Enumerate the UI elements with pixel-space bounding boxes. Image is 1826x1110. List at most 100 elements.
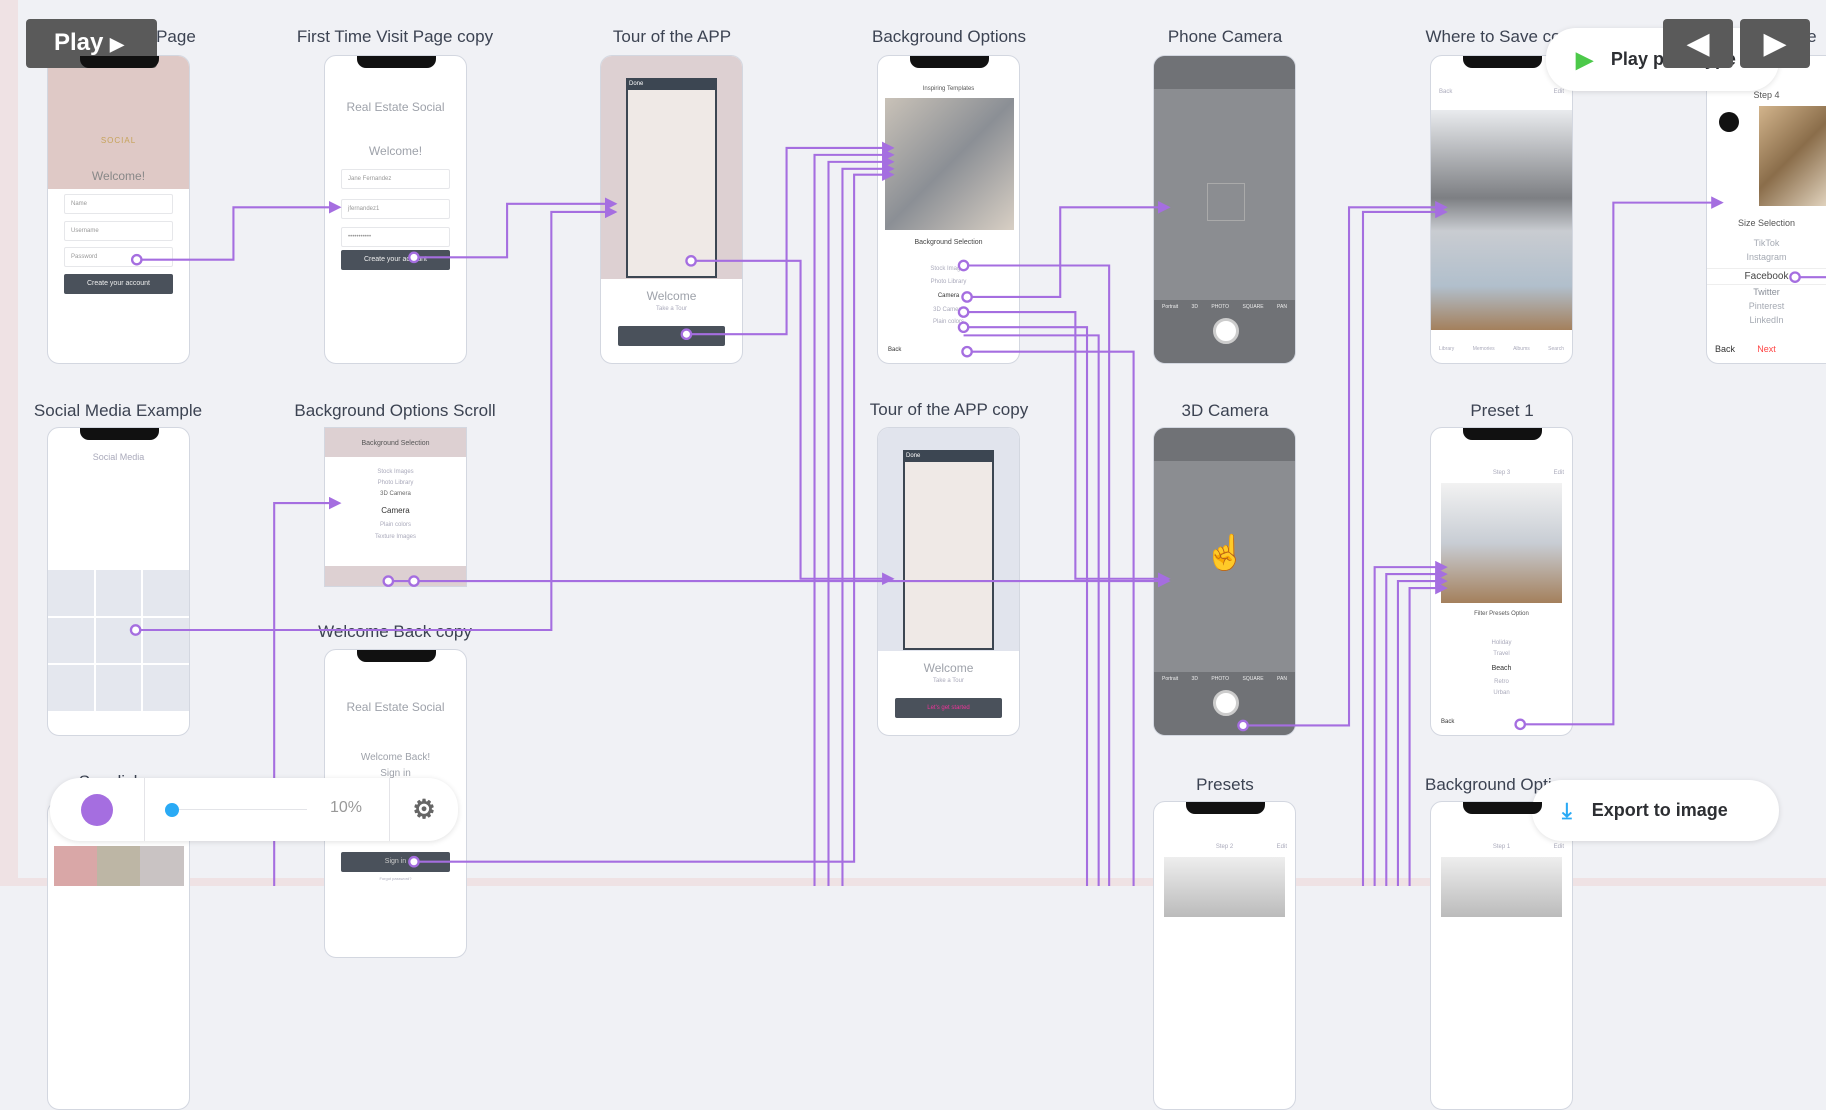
username-field[interactable]: jfernandez1: [341, 199, 450, 219]
mode[interactable]: PAN: [1277, 676, 1287, 682]
option[interactable]: Urban: [1431, 690, 1572, 696]
mode[interactable]: SQUARE: [1243, 676, 1264, 682]
forgot-link[interactable]: Forgot password?: [325, 876, 466, 881]
chevron-right-icon: ▶: [1763, 27, 1787, 60]
screen-preset-1[interactable]: Step 3 Edit Filter Presets Option Holida…: [1430, 427, 1573, 736]
option[interactable]: Facebook: [1707, 268, 1826, 285]
previous-button[interactable]: ◀: [1663, 19, 1733, 68]
option[interactable]: Twitter: [1707, 287, 1826, 297]
export-image-button[interactable]: ⤓ Export to image: [1532, 780, 1779, 841]
back-button[interactable]: Back: [888, 347, 1019, 353]
screen-social-media[interactable]: Social Media: [47, 427, 190, 736]
shutter-button[interactable]: [1213, 690, 1239, 716]
option[interactable]: Holiday: [1431, 640, 1572, 646]
option[interactable]: Texture Images: [325, 534, 466, 540]
create-account-button[interactable]: Create your account: [341, 250, 450, 270]
zoom-value: 10%: [330, 799, 363, 816]
shutter-button[interactable]: [1213, 318, 1239, 344]
mode[interactable]: Portrait: [1162, 676, 1178, 682]
create-account-button[interactable]: Create your account: [64, 274, 173, 294]
option[interactable]: Pinterest: [1707, 301, 1826, 311]
welcome-text: Welcome: [646, 289, 697, 303]
tour-text: Take a Tour: [933, 678, 964, 684]
mode[interactable]: PHOTO: [1211, 676, 1229, 682]
app-name: Real Estate Social: [346, 700, 445, 714]
zoom-toolbar: 10% ⚙: [50, 778, 458, 841]
option[interactable]: Photo Library: [325, 480, 466, 486]
notch: [80, 56, 159, 68]
option[interactable]: Retro: [1431, 679, 1572, 685]
sign-in-button[interactable]: Sign in: [341, 852, 450, 872]
username-field[interactable]: Username: [64, 221, 173, 241]
tab[interactable]: Search: [1548, 346, 1564, 352]
option[interactable]: Stock Images: [878, 266, 1019, 272]
prototype-canvas[interactable]: First Time Visit Page SOCIAL Welcome! Na…: [0, 0, 1826, 1110]
header: Background Selection: [361, 440, 430, 447]
option[interactable]: Plain colors: [325, 522, 466, 528]
option[interactable]: Camera: [878, 293, 1019, 299]
password-field[interactable]: Password: [64, 247, 173, 267]
start-button[interactable]: [618, 326, 725, 346]
tab[interactable]: Memories: [1473, 346, 1495, 352]
zoom-slider[interactable]: 10%: [145, 778, 390, 841]
mode[interactable]: 3D: [1192, 676, 1198, 682]
link-color-swatch[interactable]: [81, 793, 113, 826]
screen-background-options-2[interactable]: Step 1 Edit: [1430, 801, 1573, 1110]
header: Social Media: [92, 452, 145, 462]
option[interactable]: 3D Camera: [325, 491, 466, 497]
option[interactable]: Beach: [1431, 665, 1572, 672]
gear-icon[interactable]: ⚙: [390, 794, 458, 825]
option[interactable]: TikTok: [1707, 238, 1826, 248]
name-field[interactable]: Jane Fernandez: [341, 169, 450, 189]
option[interactable]: LinkedIn: [1707, 315, 1826, 325]
edit-button[interactable]: Edit: [1277, 844, 1287, 850]
name-field[interactable]: Name: [64, 194, 173, 214]
screen-size[interactable]: Step 4 Size Selection TikTok Instagram F…: [1706, 55, 1826, 364]
screen-where-to-save[interactable]: Back Edit Library Memories Albums Search: [1430, 55, 1573, 364]
start-button[interactable]: Let's get started: [895, 698, 1002, 718]
screen-first-time-visit-copy[interactable]: Real Estate Social Welcome! Jane Fernand…: [324, 55, 467, 364]
mode[interactable]: 3D: [1192, 304, 1198, 310]
zoom-slider-handle[interactable]: [165, 803, 179, 817]
screen-first-time-visit[interactable]: SOCIAL Welcome! Name Username Password C…: [47, 55, 190, 364]
option[interactable]: Stock Images: [325, 469, 466, 475]
screen-tour-copy[interactable]: Done Welcome Take a Tour Let's get start…: [877, 427, 1020, 736]
welcome-text: Welcome Back!: [360, 752, 431, 763]
mode[interactable]: Portrait: [1162, 304, 1178, 310]
done-label[interactable]: Done: [903, 450, 994, 462]
option[interactable]: Photo Library: [878, 279, 1019, 285]
screen-phone-camera[interactable]: Portrait 3D PHOTO SQUARE PAN: [1153, 55, 1296, 364]
notch: [80, 428, 159, 440]
notch: [357, 56, 436, 68]
done-label[interactable]: Done: [626, 78, 717, 90]
tab[interactable]: Albums: [1513, 346, 1530, 352]
option[interactable]: Instagram: [1707, 252, 1826, 262]
screen-title: First Time Visit Page copy: [296, 27, 494, 46]
next-button[interactable]: ▶: [1740, 19, 1810, 68]
screen-background-options[interactable]: Inspiring Templates Background Selection…: [877, 55, 1020, 364]
screen-background-scroll[interactable]: Background Selection Stock Images Photo …: [324, 427, 467, 587]
color-picker[interactable]: [50, 778, 145, 841]
mode[interactable]: SQUARE: [1243, 304, 1264, 310]
mode[interactable]: PHOTO: [1211, 304, 1229, 310]
app-name: Real Estate Social: [346, 100, 445, 114]
next-button[interactable]: Next: [1707, 344, 1826, 354]
option[interactable]: Plain colors: [878, 319, 1019, 325]
edit-button[interactable]: Edit: [1554, 470, 1564, 476]
screen-title: Tour of the APP: [612, 27, 732, 46]
edit-button[interactable]: Edit: [1554, 89, 1564, 95]
tab[interactable]: Library: [1439, 346, 1454, 352]
screen-title: Presets: [1196, 775, 1254, 794]
back-button[interactable]: Back: [1441, 719, 1572, 725]
screen-tour[interactable]: Done Welcome Take a Tour: [600, 55, 743, 364]
screen-presets[interactable]: Step 2 Edit: [1153, 801, 1296, 1110]
screen-swedish[interactable]: [47, 801, 190, 1110]
option[interactable]: 3D Camera: [878, 307, 1019, 313]
screen-3d-camera[interactable]: ☝ Portrait 3D PHOTO SQUARE PAN: [1153, 427, 1296, 736]
mode[interactable]: PAN: [1277, 304, 1287, 310]
back-button[interactable]: Back: [1439, 89, 1572, 95]
option[interactable]: Travel: [1431, 651, 1572, 657]
edit-button[interactable]: Edit: [1554, 844, 1564, 850]
option[interactable]: Camera: [325, 506, 466, 515]
password-field[interactable]: •••••••••••: [341, 227, 450, 247]
